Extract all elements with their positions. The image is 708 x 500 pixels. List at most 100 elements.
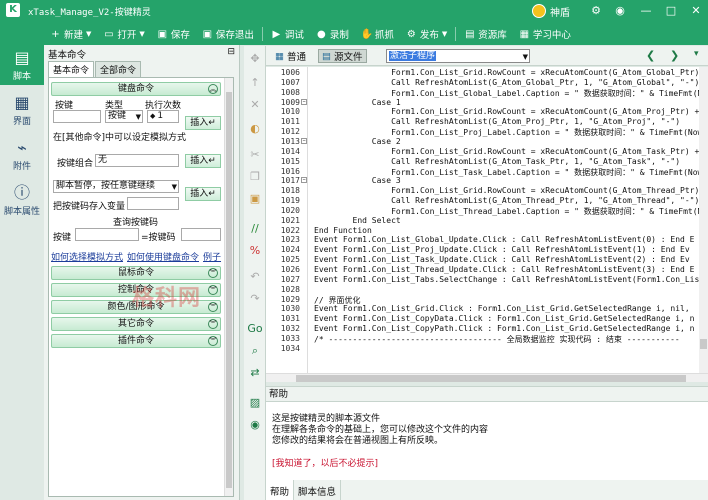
rail-item[interactable]: ⌁ 附件 <box>0 135 44 175</box>
fold-toggle-icon[interactable]: − <box>301 137 307 144</box>
expand-icon[interactable]: ︾ <box>208 285 218 295</box>
delete-icon[interactable]: ✕ <box>247 98 263 112</box>
replace-icon[interactable]: ⇄ <box>247 366 263 380</box>
prev-icon[interactable]: ❮ <box>646 49 655 62</box>
fold-toggle-icon[interactable]: − <box>301 98 307 105</box>
arrow-up-icon[interactable]: ↑ <box>247 76 263 90</box>
group-plugin-commands[interactable]: 插件命令 ︾ <box>51 334 221 348</box>
scrollbar-thumb[interactable] <box>700 339 707 349</box>
tab-script-info[interactable]: 脚本信息 <box>294 480 342 500</box>
code-vertical-scrollbar[interactable] <box>699 67 708 373</box>
link-keyboard-usage[interactable]: 如何使用键盘命令 <box>127 250 199 263</box>
tab-help[interactable]: 帮助 <box>266 480 295 500</box>
fold-toggle-icon[interactable]: − <box>301 177 307 184</box>
store-var-input[interactable] <box>127 197 179 210</box>
toolbar-button[interactable]: ⚙ 发布 ▼ <box>400 25 453 43</box>
minimize-icon[interactable]: — <box>638 3 654 19</box>
toolbar-button[interactable]: ▣ 保存 <box>151 25 196 43</box>
skin-icon[interactable]: ◉ <box>612 3 628 19</box>
source-view-button[interactable]: ▤ 源文件 <box>318 49 367 63</box>
rail-item[interactable]: ▦ 界面 <box>0 90 44 130</box>
toolbar-button[interactable]: ● 录制 <box>310 25 355 43</box>
scrollbar-thumb[interactable] <box>226 92 232 488</box>
toolbar-button-label: 保存退出 <box>215 30 254 41</box>
dismiss-tip-link[interactable]: [我知道了，以后不必提示] <box>272 456 378 469</box>
expand-icon[interactable]: ︾ <box>208 319 218 329</box>
group-label: 其它命令 <box>117 319 154 329</box>
normal-view-button[interactable]: ▦ 普通 <box>272 49 309 64</box>
code-line: Call RefreshAtomList(G_Atom_Proj_Ptr, 1,… <box>314 117 681 127</box>
toolbar-button[interactable]: ▣ 保存退出 <box>196 25 260 43</box>
count-input[interactable]: ◆ 1 <box>147 110 179 123</box>
toolbar-button[interactable]: ▦ 学习中心 <box>513 25 577 43</box>
toolbar-button[interactable]: + 新建 ▼ <box>44 25 97 43</box>
insert-key-button[interactable]: 插入↵ <box>185 116 221 130</box>
tab-basic-commands[interactable]: 基本命令 <box>48 61 95 77</box>
type-select-value: 按键 <box>108 111 127 121</box>
insert-pause-button[interactable]: 插入↵ <box>185 187 221 201</box>
toolbar-button-label: 新建 <box>64 30 84 41</box>
next-icon[interactable]: ❯ <box>670 49 679 62</box>
line-number-gutter: 1006 1007 1008 1009−1010 1011 1012 1013−1014 10… <box>266 67 308 373</box>
close-icon[interactable]: ✕ <box>688 3 704 19</box>
insert-arrow-icon: ↵ <box>208 118 216 128</box>
query-key-input[interactable] <box>75 228 139 241</box>
insert-label: 插入 <box>190 189 209 199</box>
redo-icon[interactable]: ↷ <box>247 292 263 306</box>
pin-icon[interactable]: ⊟ <box>227 47 235 57</box>
goto-icon[interactable]: Go <box>247 322 263 336</box>
spin-icon: ◆ <box>150 112 156 120</box>
cut-icon[interactable]: ✂ <box>247 148 263 162</box>
code-line: Event Form1.Con_List_Proj_Update.Click :… <box>314 245 690 255</box>
menu-icon[interactable]: ▾ <box>694 49 699 59</box>
toolbar-button[interactable]: ✋ 抓抓 <box>355 25 400 43</box>
find-icon[interactable]: ⌕ <box>247 344 263 358</box>
user-account[interactable]: 神盾 <box>532 3 570 19</box>
command-panel-scrollbar[interactable] <box>224 78 233 496</box>
insert-arrow-icon: ↵ <box>208 189 216 199</box>
group-mouse-commands[interactable]: 鼠标命令 ︾ <box>51 266 221 280</box>
scrollbar-thumb[interactable] <box>296 375 686 382</box>
subroutine-select[interactable]: 激活子程序 ▼ <box>386 49 530 63</box>
toolbar-button[interactable]: ▶ 调试 <box>265 25 310 43</box>
undo-icon[interactable]: ↶ <box>247 270 263 284</box>
query-code-input[interactable] <box>181 228 221 241</box>
link-sim-mode[interactable]: 如何选择模拟方式 <box>51 250 123 263</box>
code-line: Call RefreshAtomList(G_Atom_Task_Ptr, 1,… <box>314 156 681 166</box>
type-select[interactable]: 按键 ▼ <box>105 110 143 123</box>
group-other-commands[interactable]: 其它命令 ︾ <box>51 317 221 331</box>
expand-icon[interactable]: ︾ <box>208 336 218 346</box>
image-icon[interactable]: ▨ <box>247 396 263 410</box>
copy-icon[interactable]: ❐ <box>247 170 263 184</box>
code-horizontal-scrollbar[interactable] <box>266 373 708 382</box>
toolbar-button[interactable]: ▤ 资源库 <box>458 25 513 43</box>
main-toolbar: + 新建 ▼ ▭ 打开 ▼ ▣ 保存 ▣ 保存退出 ▶ 调试 ● 录制 ✋ 抓抓 ⚙ 发布 ▼ ▤ 资源库 ▦ 学习中心 <box>44 24 577 44</box>
move-icon[interactable]: ✥ <box>247 52 263 66</box>
collapse-icon[interactable]: ︽ <box>208 84 218 94</box>
expand-icon[interactable]: ︾ <box>208 302 218 312</box>
rail-item[interactable]: ▤ 脚本 <box>0 45 44 85</box>
key-input[interactable] <box>53 110 101 123</box>
tab-all-commands[interactable]: 全部命令 <box>95 61 142 77</box>
uncomment-icon[interactable]: % <box>247 244 263 258</box>
bookmark-icon[interactable]: ◐ <box>247 122 263 136</box>
link-example[interactable]: 例子 <box>203 250 221 263</box>
line-number: 1024 <box>280 245 300 255</box>
comment-icon[interactable]: // <box>247 222 263 236</box>
line-number: 1019 <box>280 196 300 206</box>
paste-icon[interactable]: ▣ <box>247 192 263 206</box>
group-keyboard-commands[interactable]: 键盘命令 ︽ <box>51 82 221 96</box>
code-line: Form1.Con_List_Grid.RowCount = xRecuAtom… <box>314 107 708 117</box>
pause-select[interactable]: 脚本暂停，按任意键继续 ▼ <box>53 180 179 193</box>
insert-combo-button[interactable]: 插入↵ <box>185 154 221 168</box>
view-icon[interactable]: ◉ <box>247 418 263 432</box>
toolbar-separator <box>455 27 457 41</box>
maximize-icon[interactable]: □ <box>663 3 679 19</box>
toolbar-button-label: 学习中心 <box>532 30 571 41</box>
code-editor[interactable]: 1006 1007 1008 1009−1010 1011 1012 1013−1014 10… <box>266 67 708 373</box>
combo-input[interactable]: 无 <box>95 154 179 167</box>
settings-icon[interactable]: ⚙ <box>588 3 604 19</box>
toolbar-button[interactable]: ▭ 打开 ▼ <box>97 25 150 43</box>
rail-item[interactable]: ⓘ 脚本属性 <box>0 180 44 220</box>
expand-icon[interactable]: ︾ <box>208 268 218 278</box>
